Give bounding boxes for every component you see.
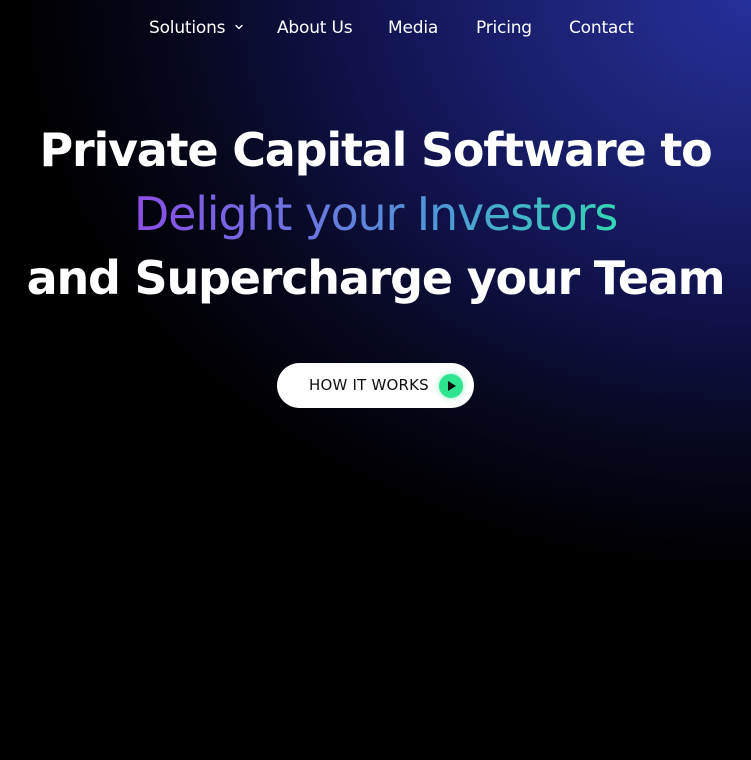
hero-heading: Private Capital Software to Delight your… xyxy=(0,118,751,310)
hero-line-3: and Supercharge your Team xyxy=(26,251,726,305)
nav-item-contact[interactable]: Contact xyxy=(569,18,634,38)
play-icon xyxy=(439,374,463,398)
how-it-works-label: HOW IT WORKS xyxy=(309,376,429,394)
nav-item-solutions-label: Solutions xyxy=(149,18,226,38)
main-nav: Solutions About Us Media Pricing Contact xyxy=(0,0,751,58)
nav-item-pricing[interactable]: Pricing xyxy=(476,18,532,38)
chevron-down-icon xyxy=(234,24,243,30)
nav-item-about-us[interactable]: About Us xyxy=(277,18,353,38)
nav-item-solutions[interactable]: Solutions xyxy=(149,18,244,38)
how-it-works-button[interactable]: HOW IT WORKS xyxy=(277,363,474,408)
hero-line-1: Private Capital Software to xyxy=(39,123,712,177)
nav-item-media[interactable]: Media xyxy=(388,18,438,38)
hero-line-2: Delight your Investors xyxy=(0,182,751,246)
hero-line-2-text: Delight your Investors xyxy=(133,187,618,241)
